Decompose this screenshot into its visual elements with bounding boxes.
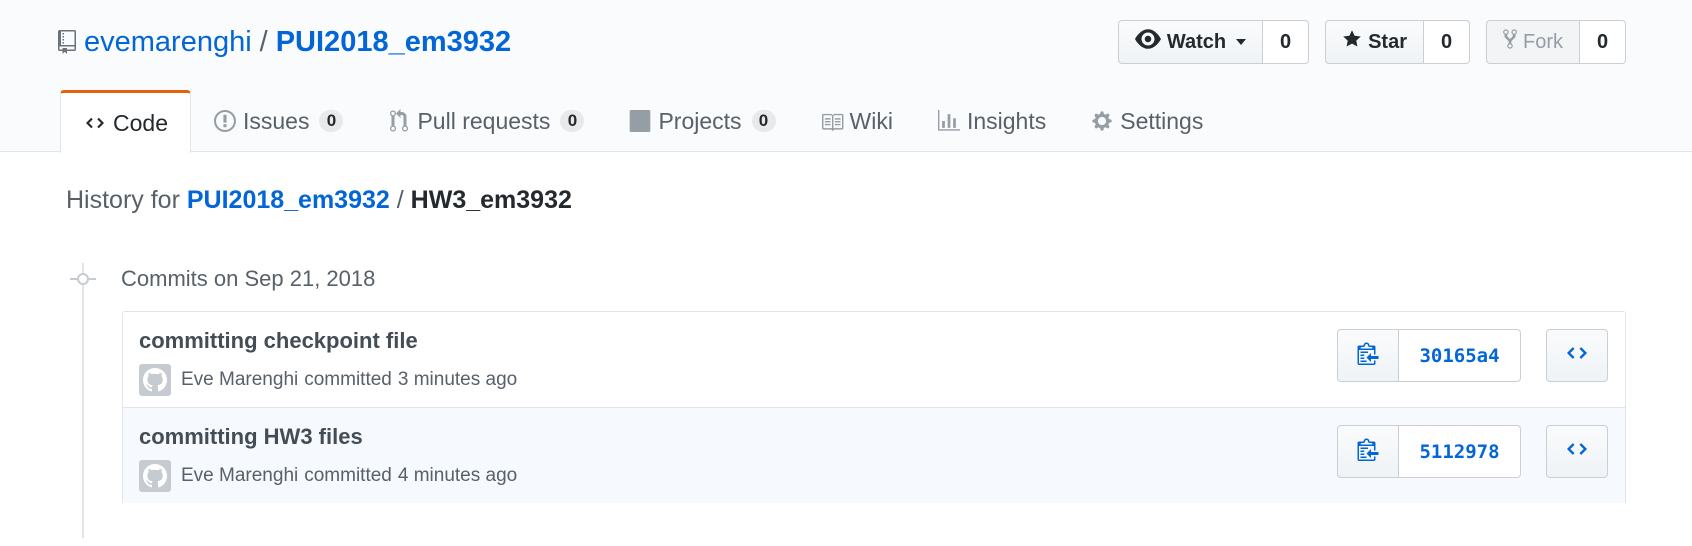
commit-author[interactable]: Eve Marenghi xyxy=(181,369,298,391)
book-icon xyxy=(820,109,844,133)
repo-owner-link[interactable]: evemarenghi xyxy=(84,26,252,59)
code-icon xyxy=(1565,439,1589,464)
repo-title: evemarenghi / PUI2018_em3932 xyxy=(58,22,511,62)
tab-projects[interactable]: Projects 0 xyxy=(606,90,797,152)
clippy-icon xyxy=(1357,341,1379,370)
tab-code-label: Code xyxy=(113,109,168,136)
tab-settings[interactable]: Settings xyxy=(1068,90,1225,152)
tab-issues-label: Issues xyxy=(242,107,310,134)
commit-sha-link[interactable]: 5112978 xyxy=(1399,425,1521,478)
commit-author[interactable]: Eve Marenghi xyxy=(181,465,298,487)
commit-title[interactable]: committing HW3 files xyxy=(139,424,363,450)
commit-time: 3 minutes ago xyxy=(397,369,518,390)
commit-verb: committed xyxy=(304,465,392,486)
watch-count[interactable]: 0 xyxy=(1263,20,1310,64)
history-separator: / xyxy=(396,186,404,214)
commit-time: 4 minutes ago xyxy=(397,465,518,486)
history-heading: History for PUI2018_em3932 / HW3_em3932 xyxy=(66,186,572,215)
sha-group: 30165a4 xyxy=(1337,329,1521,382)
watch-group: Watch 0 xyxy=(1117,20,1310,64)
star-label: Star xyxy=(1368,30,1407,53)
fork-icon xyxy=(1503,28,1517,56)
tab-issues-count: 0 xyxy=(319,110,344,132)
star-group: Star 0 xyxy=(1325,20,1470,64)
repo-actions: Watch 0 Star 0 Fork 0 xyxy=(1117,20,1626,64)
tab-pull-requests-label: Pull requests xyxy=(417,107,551,134)
graph-icon xyxy=(937,109,961,133)
history-prefix: History for xyxy=(66,186,180,214)
avatar[interactable] xyxy=(139,460,171,492)
repo-icon xyxy=(58,29,76,55)
git-commit-icon xyxy=(70,272,96,286)
code-icon xyxy=(83,111,107,135)
tab-projects-count: 0 xyxy=(751,110,776,132)
tab-insights-label: Insights xyxy=(966,107,1047,134)
project-icon xyxy=(628,109,652,133)
tab-pull-requests[interactable]: Pull requests 0 xyxy=(365,90,606,152)
repo-header: evemarenghi / PUI2018_em3932 Watch 0 Sta… xyxy=(0,0,1692,153)
star-icon xyxy=(1342,29,1362,55)
commit-meta: Eve Marenghi committed 3 minutes ago xyxy=(139,364,517,396)
code-icon xyxy=(1565,343,1589,368)
repo-title-separator: / xyxy=(259,25,268,58)
fork-count[interactable]: 0 xyxy=(1580,20,1626,64)
star-count[interactable]: 0 xyxy=(1424,20,1470,64)
tab-insights[interactable]: Insights xyxy=(915,90,1068,152)
tab-pull-requests-count: 0 xyxy=(560,110,585,132)
avatar[interactable] xyxy=(139,364,171,396)
commit-group-date: Commits on Sep 21, 2018 xyxy=(121,266,376,291)
pull-request-icon xyxy=(387,109,411,133)
star-button[interactable]: Star xyxy=(1325,20,1424,64)
sha-group: 5112978 xyxy=(1337,425,1521,478)
commit-row: committing checkpoint file Eve Marenghi … xyxy=(123,312,1625,408)
commit-sha-link[interactable]: 30165a4 xyxy=(1399,329,1521,382)
repo-name-link[interactable]: PUI2018_em3932 xyxy=(276,26,511,59)
commit-row: committing HW3 files Eve Marenghi commit… xyxy=(123,408,1625,503)
issue-icon xyxy=(213,109,237,133)
copy-sha-button[interactable] xyxy=(1337,329,1399,382)
repo-nav: Code Issues 0 Pull requests 0 Projects 0 xyxy=(60,90,1225,153)
gear-icon xyxy=(1090,109,1114,133)
timeline-line xyxy=(82,263,84,538)
tab-projects-label: Projects xyxy=(658,107,742,134)
chevron-down-icon xyxy=(1236,39,1247,45)
tab-settings-label: Settings xyxy=(1120,107,1204,134)
watch-label: Watch xyxy=(1166,30,1227,53)
commit-meta: Eve Marenghi committed 4 minutes ago xyxy=(139,460,517,492)
watch-button[interactable]: Watch xyxy=(1117,20,1264,64)
copy-sha-button[interactable] xyxy=(1337,425,1399,478)
commit-title[interactable]: committing checkpoint file xyxy=(139,328,418,354)
fork-label: Fork xyxy=(1523,30,1563,53)
browse-files-button[interactable] xyxy=(1546,425,1608,478)
tab-code[interactable]: Code xyxy=(60,90,191,153)
commit-verb: committed xyxy=(304,369,392,390)
history-path: HW3_em3932 xyxy=(410,186,572,214)
tab-issues[interactable]: Issues 0 xyxy=(191,90,365,152)
fork-group: Fork 0 xyxy=(1486,20,1626,64)
eye-icon xyxy=(1134,29,1161,55)
tab-wiki[interactable]: Wiki xyxy=(798,90,915,152)
fork-button[interactable]: Fork xyxy=(1486,20,1580,64)
browse-files-button[interactable] xyxy=(1546,329,1608,382)
history-repo-link[interactable]: PUI2018_em3932 xyxy=(187,186,390,214)
commit-list: committing checkpoint file Eve Marenghi … xyxy=(122,311,1626,503)
tab-wiki-label: Wiki xyxy=(849,107,893,134)
clippy-icon xyxy=(1357,437,1379,466)
